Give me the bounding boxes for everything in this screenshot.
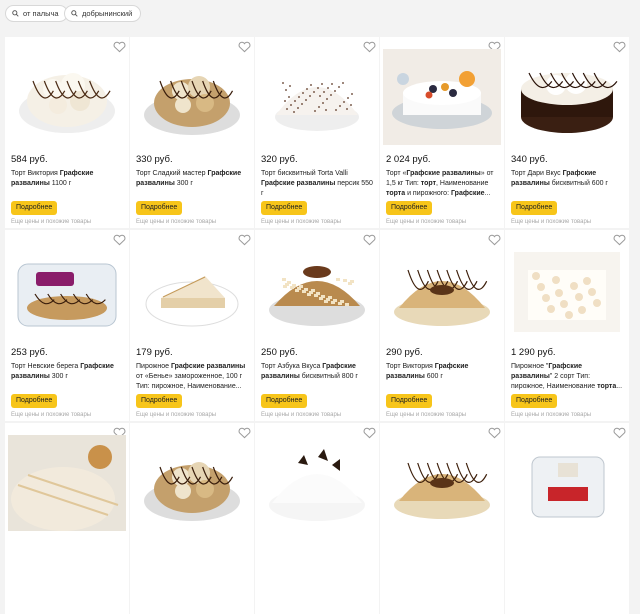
cake-image — [145, 276, 239, 327]
product-image[interactable] — [133, 49, 251, 145]
product-card[interactable]: 2 024 руб. Торт «Графские развалины» от 1… — [380, 37, 504, 228]
cake-image — [269, 449, 365, 521]
filter-chip[interactable]: добрынинский — [64, 5, 142, 22]
product-card[interactable]: 290 руб. Торт Виктория Графские развалины… — [380, 230, 504, 421]
product-card[interactable]: 340 руб. Торт Дари Вкус Графские развалин… — [505, 37, 629, 228]
product-image[interactable] — [508, 49, 626, 145]
cake-image — [275, 82, 359, 131]
product-title[interactable]: Торт «Графские развалины» от 1,5 кг Тип:… — [386, 169, 500, 199]
details-button[interactable]: Подробнее — [511, 394, 558, 408]
product-title[interactable]: Торт Сладкий мастер Графские развалины 3… — [136, 169, 250, 199]
cake-image — [394, 269, 490, 326]
product-image[interactable] — [508, 435, 626, 531]
product-card[interactable] — [5, 423, 129, 614]
product-image[interactable] — [8, 242, 126, 338]
more-prices-link[interactable]: Еще цены и похожие товары — [136, 219, 216, 225]
product-card[interactable] — [505, 423, 629, 614]
product-title[interactable]: Торт Виктория Графские развалины 600 г — [386, 362, 500, 392]
details-button[interactable]: Подробнее — [136, 201, 183, 215]
details-button[interactable]: Подробнее — [261, 394, 308, 408]
details-button[interactable]: Подробнее — [261, 201, 308, 215]
product-image[interactable] — [8, 49, 126, 145]
cake-image — [144, 76, 240, 135]
product-card[interactable]: 320 руб. Торт бисквитный Torta Valli Граф… — [255, 37, 379, 228]
cake-image — [521, 72, 618, 133]
cake-image — [383, 49, 501, 145]
cake-image — [19, 73, 115, 133]
cake-image — [394, 462, 490, 519]
product-image[interactable] — [133, 242, 251, 338]
more-prices-link[interactable]: Еще цены и похожие товары — [11, 412, 91, 418]
search-icon — [71, 10, 78, 17]
product-image[interactable] — [258, 435, 376, 531]
details-button[interactable]: Подробнее — [11, 201, 58, 215]
more-prices-link[interactable]: Еще цены и похожие товары — [136, 412, 216, 418]
cake-image — [8, 435, 126, 531]
product-grid: 584 руб. Торт Виктория Графские развалины… — [5, 37, 640, 614]
product-title[interactable]: Пирожное Графские развалины от «Бенье» з… — [136, 362, 250, 392]
cake-image — [531, 456, 605, 518]
product-image[interactable] — [383, 242, 501, 338]
details-button[interactable]: Подробнее — [386, 394, 433, 408]
filter-bar: от палыча добрынинский — [0, 0, 640, 34]
details-button[interactable]: Подробнее — [386, 201, 433, 215]
product-image[interactable] — [8, 435, 126, 531]
details-button[interactable]: Подробнее — [136, 394, 183, 408]
product-price: 1 290 руб. — [511, 347, 556, 358]
filter-chip-label: от палыча — [23, 9, 59, 18]
product-price: 290 руб. — [386, 347, 423, 358]
search-icon — [12, 10, 19, 17]
product-title[interactable]: Торт Азбука Вкуса Графские развалины бис… — [261, 362, 375, 392]
product-price: 179 руб. — [136, 347, 173, 358]
product-image[interactable] — [133, 435, 251, 531]
product-image[interactable] — [508, 242, 626, 338]
product-card[interactable]: 330 руб. Торт Сладкий мастер Графские раз… — [130, 37, 254, 228]
details-button[interactable]: Подробнее — [11, 394, 58, 408]
product-price: 253 руб. — [11, 347, 48, 358]
product-card[interactable] — [380, 423, 504, 614]
product-card[interactable]: 584 руб. Торт Виктория Графские развалины… — [5, 37, 129, 228]
product-image[interactable] — [258, 49, 376, 145]
product-title[interactable]: Торт Невские берега Графские развалины 3… — [11, 362, 125, 392]
more-prices-link[interactable]: Еще цены и похожие товары — [261, 412, 341, 418]
product-price: 340 руб. — [511, 154, 548, 165]
product-price: 584 руб. — [11, 154, 48, 165]
more-prices-link[interactable]: Еще цены и похожие товары — [261, 219, 341, 225]
more-prices-link[interactable]: Еще цены и похожие товары — [386, 412, 466, 418]
more-prices-link[interactable]: Еще цены и похожие товары — [511, 219, 591, 225]
more-prices-link[interactable]: Еще цены и похожие товары — [11, 219, 91, 225]
product-card[interactable] — [255, 423, 379, 614]
cake-image — [514, 252, 620, 332]
product-card[interactable] — [130, 423, 254, 614]
cake-image — [144, 462, 240, 521]
product-price: 2 024 руб. — [386, 154, 431, 165]
product-card[interactable]: 253 руб. Торт Невские берега Графские раз… — [5, 230, 129, 421]
product-price: 320 руб. — [261, 154, 298, 165]
product-title[interactable]: Торт Виктория Графские развалины 1100 г — [11, 169, 125, 199]
product-image[interactable] — [383, 49, 501, 145]
filter-chip[interactable]: от палыча — [5, 5, 68, 22]
product-price: 330 руб. — [136, 154, 173, 165]
cake-image — [269, 266, 365, 326]
product-card[interactable]: 179 руб. Пирожное Графские развалины от «… — [130, 230, 254, 421]
filter-chip-label: добрынинский — [82, 9, 133, 18]
more-prices-link[interactable]: Еще цены и похожие товары — [386, 219, 466, 225]
product-price: 250 руб. — [261, 347, 298, 358]
product-image[interactable] — [383, 435, 501, 531]
product-card[interactable]: 1 290 руб. Пирожное "Графские развалины" … — [505, 230, 629, 421]
product-image[interactable] — [258, 242, 376, 338]
details-button[interactable]: Подробнее — [511, 201, 558, 215]
product-title[interactable]: Торт бисквитный Torta Valli Графские раз… — [261, 169, 375, 199]
product-title[interactable]: Пирожное "Графские развалины" 2 сорт Тип… — [511, 362, 625, 392]
cake-image — [17, 263, 117, 327]
product-title[interactable]: Торт Дари Вкус Графские развалины бискви… — [511, 169, 625, 199]
product-card[interactable]: 250 руб. Торт Азбука Вкуса Графские разва… — [255, 230, 379, 421]
more-prices-link[interactable]: Еще цены и похожие товары — [511, 412, 591, 418]
